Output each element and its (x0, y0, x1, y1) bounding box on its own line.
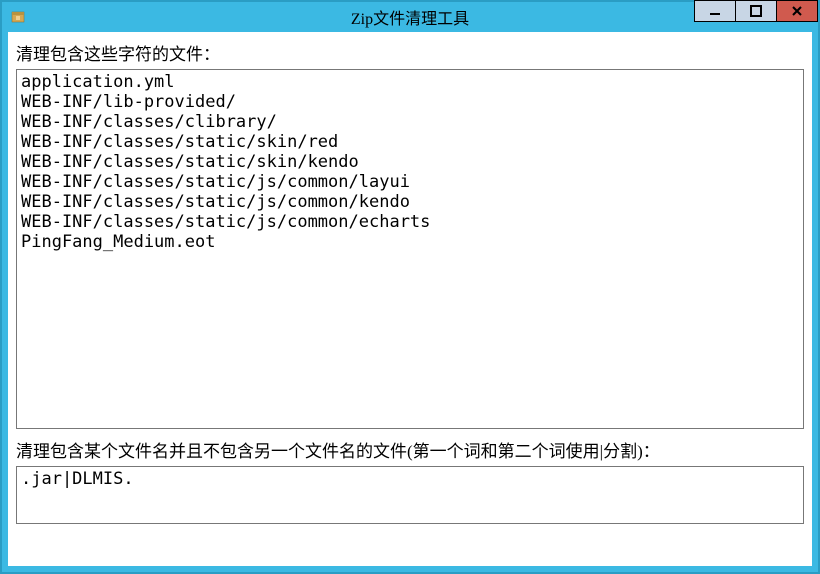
pairs-label: 清理包含某个文件名并且不包含另一个文件名的文件(第一个词和第二个词使用|分割)： (16, 437, 812, 462)
pairs-textarea[interactable] (16, 466, 804, 524)
client-area: 清理包含这些字符的文件： 清理包含某个文件名并且不包含另一个文件名的文件(第一个… (8, 32, 812, 566)
window-title: Zip文件清理工具 (351, 5, 469, 29)
window-frame: Zip文件清理工具 清理包含这些字符的文件： 清理包含某个文件名并且不包含另一个… (0, 0, 820, 574)
maximize-button[interactable] (735, 0, 777, 22)
patterns-label: 清理包含这些字符的文件： (16, 40, 812, 65)
minimize-button[interactable] (694, 0, 736, 22)
close-button[interactable] (776, 0, 818, 22)
title-bar: Zip文件清理工具 (2, 2, 818, 32)
app-icon (10, 9, 26, 25)
patterns-textarea[interactable] (16, 69, 804, 429)
window-controls (694, 0, 818, 24)
